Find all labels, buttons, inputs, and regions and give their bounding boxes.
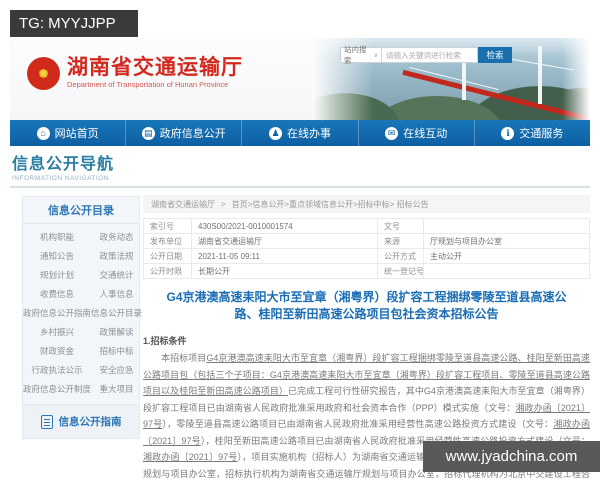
search-input[interactable]: [382, 47, 478, 63]
meta-label: 来源: [377, 233, 424, 249]
sidebar-item-plans[interactable]: 规划计划: [23, 266, 91, 285]
doc-number-link[interactable]: 湘政办函〔2021〕97号: [143, 452, 237, 462]
sidebar-item-law-enforcement[interactable]: 行政执法公示: [23, 361, 91, 380]
sidebar-item-rural-revitalization[interactable]: 乡村振兴: [23, 323, 91, 342]
meta-value-registration-number: [423, 263, 590, 279]
meta-value-publish-term: 长期公开: [191, 263, 378, 279]
sidebar-item-fees[interactable]: 收费信息: [23, 285, 91, 304]
telegram-watermark: TG: MYYJJPP: [10, 10, 138, 37]
search-scope-label: 站内搜索: [344, 45, 367, 65]
sidebar-item-org-functions[interactable]: 机构职能: [23, 228, 91, 247]
breadcrumb-site[interactable]: 湖南省交通运输厅: [151, 199, 215, 210]
table-row: 公开时限 长期公开 统一登记号: [143, 263, 590, 279]
sidebar-item-safety-emergency[interactable]: 安全应急: [91, 361, 142, 380]
sidebar-item-policies[interactable]: 政策法规: [91, 247, 142, 266]
info-nav-heading: 信息公开导航 INFORMATION NAVIGATION: [12, 150, 114, 182]
sidebar-item-disclosure-system[interactable]: 政府信息公开制度: [23, 380, 91, 399]
breadcrumb-path[interactable]: 首页>信息公开>重点领域信息公开>招标中标> 招标公告: [232, 199, 429, 210]
sidebar-item-hr[interactable]: 人事信息: [91, 285, 142, 304]
meta-value-publisher: 湖南省交通运输厅: [191, 233, 378, 249]
search-button[interactable]: 检索: [478, 47, 512, 63]
sidebar-item-disclosure-directory[interactable]: 信息公开目录: [91, 304, 142, 323]
guide-label: 信息公开指南: [58, 416, 122, 428]
site-watermark: www.jyadchina.com: [423, 441, 600, 472]
info-nav-title-en: INFORMATION NAVIGATION: [12, 175, 109, 182]
search-scope-dropdown[interactable]: 站内搜索 ∨: [340, 45, 382, 65]
person-icon: ♟: [269, 126, 282, 140]
nav-item-interaction[interactable]: ✉ 在线互动: [357, 120, 474, 146]
sidebar-item-policy-interpretation[interactable]: 政策解读: [91, 323, 142, 342]
sidebar-item-gov-news[interactable]: 政务动态: [91, 228, 142, 247]
body-text-segment: 本招标项目: [161, 353, 207, 363]
meta-label: 索引号: [143, 218, 192, 234]
meta-value-index-number: 430S00/2021-0010001574: [191, 218, 378, 234]
org-name-cn: 湖南省交通运输厅: [67, 56, 243, 79]
national-emblem-icon: ★: [27, 56, 60, 90]
document-meta-table: 索引号 430S00/2021-0010001574 文号 发布单位 湖南省交通…: [143, 218, 590, 279]
site-header: ★ 湖南省交通运输厅 Department of Transportation …: [10, 38, 590, 120]
sidebar-items: 机构职能 政务动态 通知公告 政策法规 规划计划 交通统计 收费信息 人事信息 …: [23, 224, 142, 407]
breadcrumb: 湖南省交通运输厅 > 首页>信息公开>重点领域信息公开>招标中标> 招标公告: [143, 195, 590, 213]
nav-label: 网站首页: [54, 128, 99, 140]
table-row: 索引号 430S00/2021-0010001574 文号: [143, 218, 590, 234]
sidebar-item-disclosure-guide[interactable]: 政府信息公开指南: [23, 304, 91, 323]
meta-value-source: 厅规划与项目办公室: [423, 233, 590, 249]
meta-label: 文号: [377, 218, 424, 234]
article-section-heading: 1.招标条件: [143, 336, 187, 346]
main-nav: ⌂ 网站首页 ▤ 政府信息公开 ♟ 在线办事 ✉ 在线互动 ℹ 交通服务: [10, 120, 590, 146]
chat-icon: ✉: [385, 126, 399, 140]
sidebar-item-notices[interactable]: 通知公告: [23, 247, 91, 266]
nav-label: 在线办事: [287, 128, 331, 140]
meta-label: 发布单位: [143, 233, 192, 249]
meta-value-doc-number: [423, 218, 590, 234]
article-title: G4京港澳高速耒阳大市至宜章（湘粤界）段扩容工程捆绑零陵至道县高速公路、桂阳至新…: [166, 290, 567, 321]
nav-label: 交通服务: [519, 128, 564, 140]
meta-label: 公开日期: [143, 248, 192, 264]
meta-label: 公开时限: [143, 263, 192, 279]
site-search: 站内搜索 ∨ 检索: [340, 45, 512, 65]
nav-label: 在线互动: [403, 128, 448, 140]
meta-label: 统一登记号: [377, 263, 424, 279]
sidebar-item-bidding[interactable]: 招标中标: [91, 342, 142, 361]
guide-document-icon: [40, 414, 53, 429]
info-directory-sidebar: 信息公开目录 机构职能 政务动态 通知公告 政策法规 规划计划 交通统计 收费信…: [22, 196, 142, 408]
meta-label: 公开方式: [377, 248, 424, 264]
nav-label: 政府信息公开: [159, 128, 226, 140]
sidebar-item-traffic-stats[interactable]: 交通统计: [91, 266, 142, 285]
sidebar-item-fiscal-funds[interactable]: 财政资金: [23, 342, 91, 361]
sidebar-title: 信息公开目录: [23, 197, 139, 224]
home-icon: ⌂: [36, 126, 50, 140]
main-content: 湖南省交通运输厅 > 首页>信息公开>重点领域信息公开>招标中标> 招标公告 索…: [143, 195, 590, 480]
sidebar-item-major-projects[interactable]: 重大项目: [91, 380, 142, 399]
chevron-down-icon: ∨: [373, 52, 378, 59]
section-divider: [10, 186, 590, 188]
org-name-en: Department of Transportation of Hunan Pr…: [67, 80, 229, 89]
meta-value-publish-method: 主动公开: [423, 248, 590, 264]
nav-item-online-service[interactable]: ♟ 在线办事: [241, 120, 357, 146]
disclosure-guide-link[interactable]: 信息公开指南: [22, 404, 140, 439]
table-row: 发布单位 湖南省交通运输厅 来源 厅规划与项目办公室: [143, 233, 590, 249]
table-row: 公开日期 2021-11-05 09:11 公开方式 主动公开: [143, 248, 590, 264]
site-logo-link[interactable]: ★ 湖南省交通运输厅 Department of Transportation …: [27, 56, 243, 90]
nav-item-traffic-service[interactable]: ℹ 交通服务: [473, 120, 590, 146]
info-nav-title-cn: 信息公开导航: [12, 156, 115, 173]
info-icon: ℹ: [501, 126, 515, 140]
nav-item-home[interactable]: ⌂ 网站首页: [10, 120, 125, 146]
body-text-segment: ），零陵至道县高速公路项目已由湖南省人民政府批准采用经营性高速公路投资方式建设（…: [162, 419, 554, 429]
meta-value-publish-date: 2021-11-05 09:11: [191, 248, 378, 264]
nav-item-gov-info[interactable]: ▤ 政府信息公开: [125, 120, 241, 146]
document-icon: ▤: [141, 126, 155, 140]
breadcrumb-separator: >: [221, 199, 226, 209]
